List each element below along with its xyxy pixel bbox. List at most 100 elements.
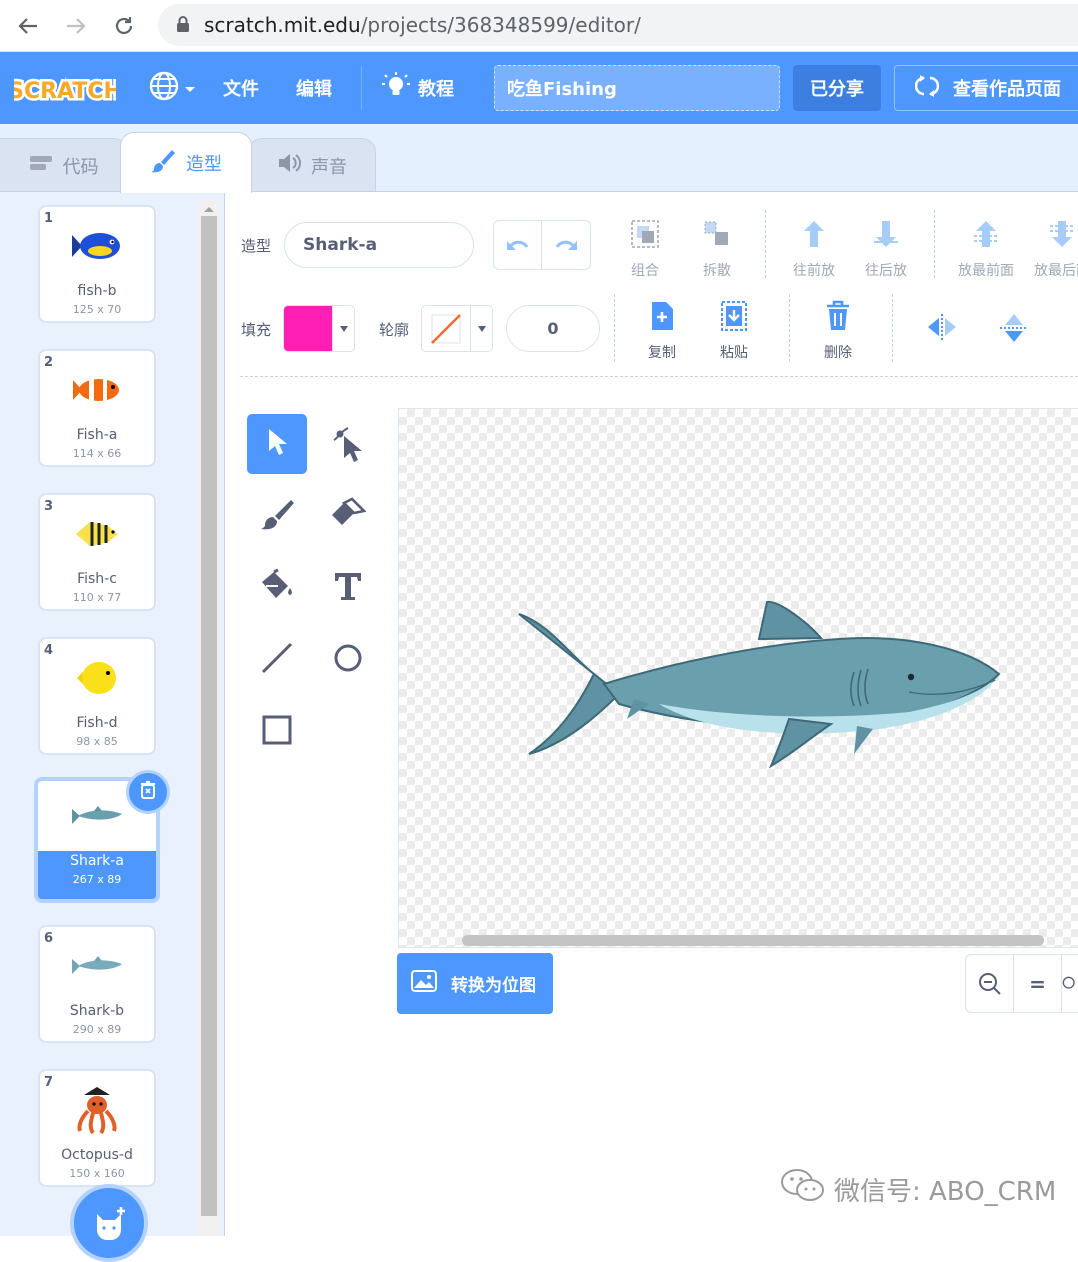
line-tool[interactable] [247,630,307,690]
outline-width-input[interactable]: 0 [506,305,600,352]
costume-tile[interactable]: 3 Fish-c 110 x 77 [38,493,156,611]
undo-icon[interactable] [494,221,542,269]
eraser-tool[interactable] [318,486,378,546]
svg-text:SCRATCH: SCRATCH [14,79,116,104]
toolbar-divider [614,294,615,362]
costume-tile[interactable]: 4 Fish-d 98 x 85 [38,637,156,755]
costume-name-input[interactable]: Shark-a [284,222,474,268]
costume-tile[interactable]: 2 Fish-a 114 x 66 [38,349,156,467]
add-costume-button[interactable] [70,1184,148,1262]
paste-icon [720,300,748,336]
address-bar[interactable]: scratch.mit.edu/projects/368348599/edito… [158,4,1078,46]
fill-color-swatch [284,306,332,351]
zoom-in-icon[interactable] [1062,955,1078,1012]
delete-costume-button[interactable] [126,770,170,814]
send-to-back-icon [1046,218,1078,254]
costume-name: Fish-d [76,715,118,731]
costume-size: 290 x 89 [72,1023,122,1036]
flip-vertical-button[interactable] [996,312,1032,348]
zoom-controls: = [965,954,1078,1013]
circle-icon [332,642,364,678]
toolbar-separator [240,376,1078,377]
bring-to-front-button[interactable]: 放最前面 [954,218,1018,280]
file-menu[interactable]: 文件 [223,70,259,106]
costume-name: Fish-c [77,571,117,587]
arrow-up-icon [798,218,830,254]
flip-vertical-icon [998,312,1030,348]
costume-name: fish-b [77,283,117,299]
speaker-icon [277,152,301,179]
trash-icon [824,300,852,336]
paste-button[interactable]: 粘贴 [714,300,754,362]
paint-bucket-icon [258,568,296,608]
convert-to-bitmap-label: 转换为位图 [451,976,536,996]
tab-costumes[interactable]: 造型 [120,132,252,193]
send-to-back-label: 放最后面 [1034,263,1078,279]
ungroup-button[interactable]: 拆散 [697,218,737,280]
trash-icon [140,781,156,803]
back-arrow-icon[interactable] [10,8,46,44]
redo-icon[interactable] [542,221,590,269]
tab-sounds[interactable]: 声音 [248,138,376,192]
backward-button[interactable]: 往后放 [861,218,911,280]
paintbrush-icon [259,497,295,535]
see-project-page-button[interactable]: 查看作品页面 [894,65,1078,111]
fill-tool[interactable] [247,558,307,618]
editor-tabs: 代码 造型 声音 [0,124,1078,193]
costume-name: Octopus-d [61,1147,133,1163]
pointer-arrow-icon [264,427,290,461]
tab-code[interactable]: 代码 [0,138,128,192]
eraser-icon [330,497,367,535]
costume-tile[interactable]: 6 Shark-b 290 x 89 [38,925,156,1043]
copy-icon [648,300,676,336]
forward-button[interactable]: 往前放 [789,218,839,280]
language-menu[interactable] [148,70,196,106]
edit-menu[interactable]: 编辑 [296,70,332,106]
send-to-back-button[interactable]: 放最后面 [1030,218,1078,280]
outline-color-picker[interactable] [421,305,493,352]
rectangle-icon [261,714,293,750]
delete-button[interactable]: 删除 [818,300,858,362]
toolbar-divider [765,210,766,278]
shark-thumbnail-icon [50,937,144,995]
reload-icon[interactable] [106,8,142,44]
flip-horizontal-button[interactable] [924,312,960,346]
ungroup-label: 拆散 [703,263,731,279]
costume-tile[interactable]: 1 fish-b 125 x 70 [38,205,156,323]
rectangle-tool[interactable] [247,702,307,762]
tutorials-menu[interactable]: 教程 [382,70,454,106]
globe-icon [148,70,180,107]
shared-button[interactable]: 已分享 [793,65,881,111]
circle-tool[interactable] [318,630,378,690]
zoom-reset-button[interactable]: = [1014,955,1062,1012]
delete-label: 删除 [824,345,852,361]
brush-tool[interactable] [247,486,307,546]
fill-color-picker[interactable] [283,305,355,352]
caret-down-icon [332,306,354,351]
scrollbar-thumb[interactable] [201,216,217,1216]
menu-bar: SCRATCH 文件 编辑 教程 吃鱼Fishing 已分享 查看作品页面 [0,52,1078,124]
zoom-out-icon[interactable] [966,955,1014,1012]
costume-name: Shark-a [70,853,124,869]
costume-name: Shark-b [69,1003,125,1019]
forward-arrow-icon[interactable] [58,8,94,44]
reshape-tool[interactable] [318,414,378,474]
tutorials-label: 教程 [418,79,454,100]
fill-label: 填充 [241,321,272,339]
copy-button[interactable]: 复制 [642,300,682,362]
ungroup-icon [701,218,733,254]
line-icon [260,641,294,679]
group-button[interactable]: 组合 [625,218,665,280]
project-title-input[interactable]: 吃鱼Fishing [494,65,780,111]
canvas-horizontal-scrollbar[interactable] [462,935,1044,946]
costume-tile[interactable]: 7 Octopus-d 150 x 160 [38,1069,156,1187]
paint-canvas[interactable] [398,408,1078,948]
browser-toolbar: scratch.mit.edu/projects/368348599/edito… [0,0,1078,52]
yellow-tang-thumbnail-icon [50,649,144,707]
select-tool[interactable] [247,414,307,474]
toolbar-divider [934,210,935,278]
remix-arrows-icon [914,74,940,102]
text-tool[interactable] [318,558,378,618]
convert-to-bitmap-button[interactable]: 转换为位图 [397,953,553,1014]
scratch-logo[interactable]: SCRATCH [6,68,125,108]
